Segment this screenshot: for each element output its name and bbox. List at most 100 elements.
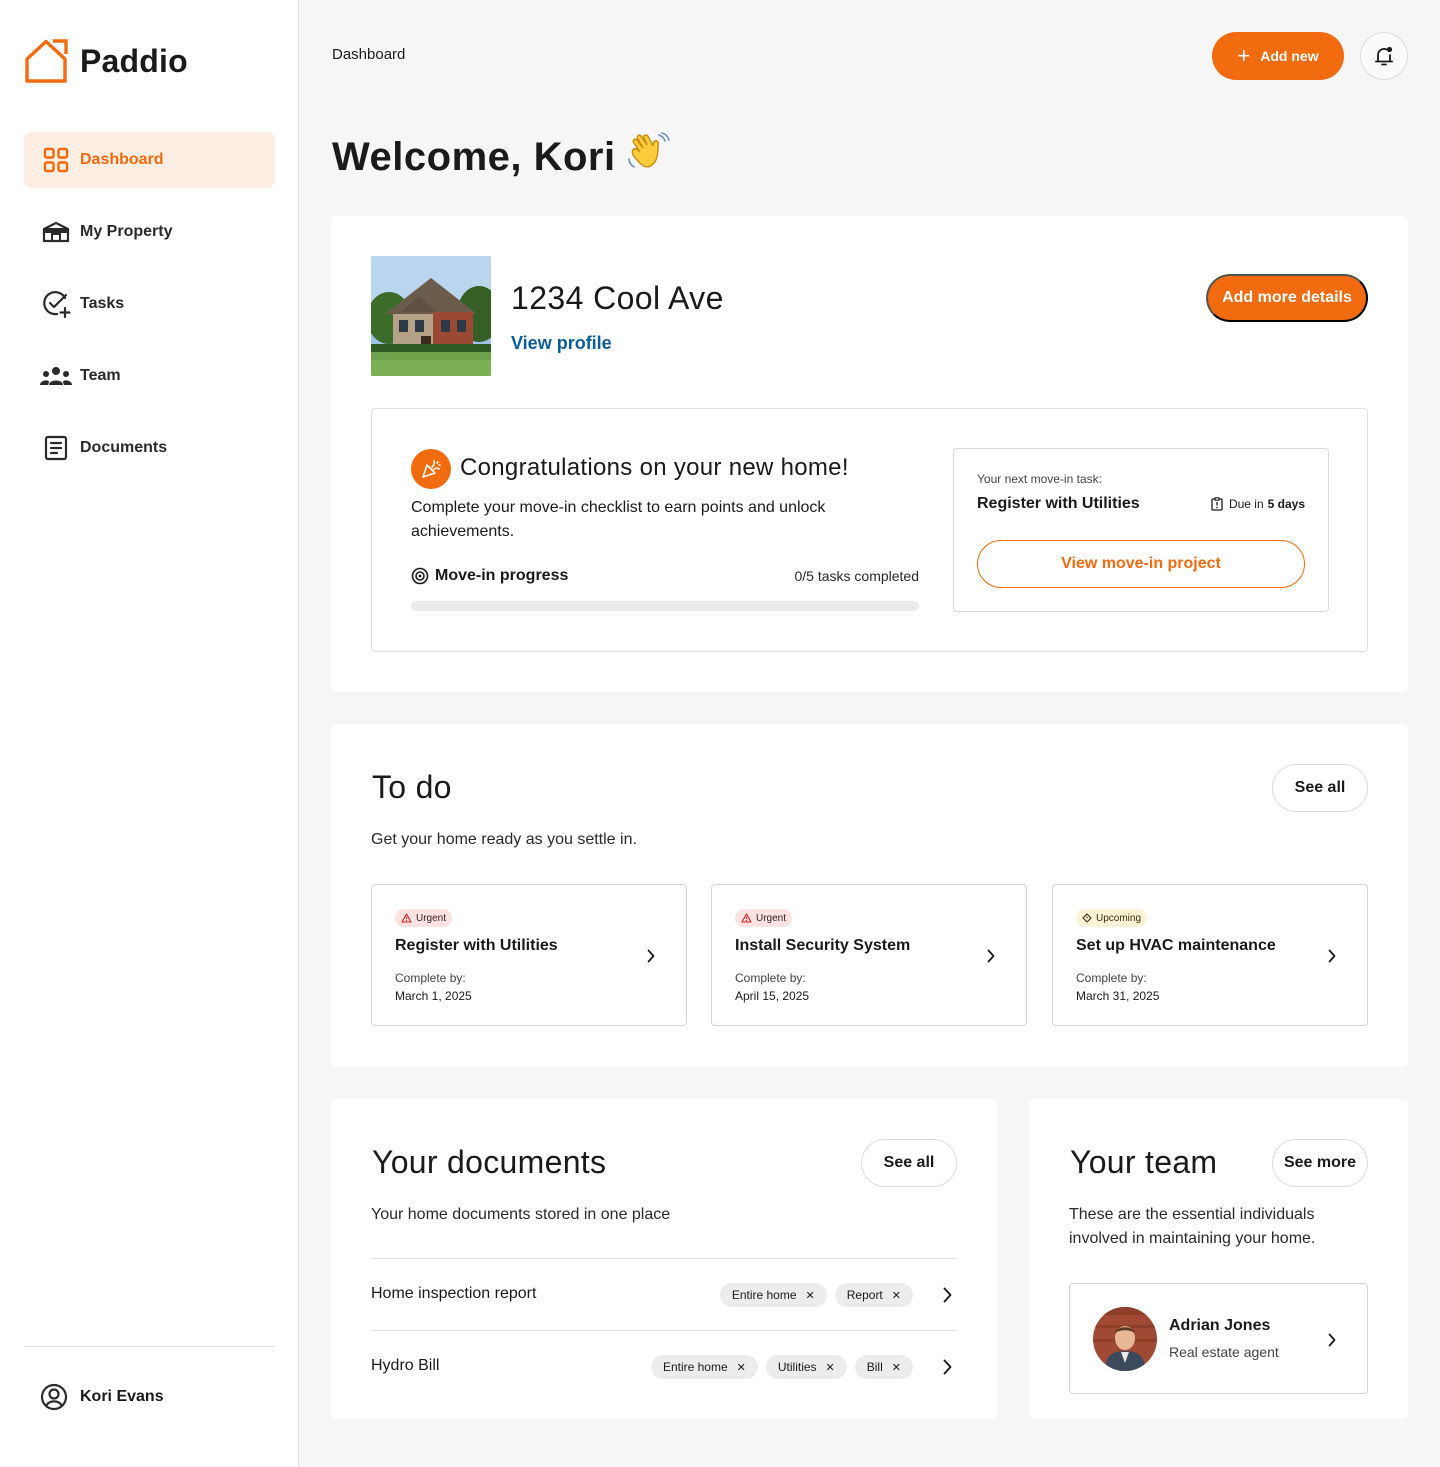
move-in-progress-bar (411, 601, 919, 611)
check-circle-icon (40, 288, 72, 320)
logo-text: Paddio (80, 42, 188, 79)
sidebar-item-label: My Property (80, 223, 173, 240)
chevron-right-icon (943, 1359, 952, 1375)
move-in-progress-label: Move-in progress (411, 567, 568, 585)
task-title: Register with Utilities (395, 937, 558, 954)
next-task-panel: Your next move-in task: Register with Ut… (953, 448, 1329, 612)
due-prefix: Due in (1228, 497, 1264, 511)
house-icon (40, 216, 72, 248)
page-title: Welcome, Kori (332, 131, 670, 183)
see-all-documents-button[interactable]: See all (861, 1139, 957, 1187)
member-role: Real estate agent (1169, 1344, 1279, 1360)
notifications-button[interactable] (1360, 32, 1408, 80)
chevron-right-icon (1328, 1333, 1336, 1347)
tag[interactable]: Utilities ✕ (765, 1355, 847, 1379)
upcoming-badge: Upcoming (1076, 909, 1148, 927)
close-icon[interactable]: ✕ (826, 1361, 835, 1374)
sidebar-item-tasks[interactable]: Tasks (24, 276, 275, 332)
documents-card: Your documents Your home documents store… (331, 1099, 997, 1419)
tag[interactable]: Entire home ✕ (650, 1355, 758, 1379)
tag[interactable]: Report ✕ (834, 1283, 913, 1307)
document-row[interactable]: Home inspection report Entire home ✕ Repo… (371, 1258, 957, 1330)
badge-label: Upcoming (1096, 912, 1142, 924)
diamond-icon (1082, 913, 1092, 923)
document-tags: Entire home ✕ Utilities ✕ Bill ✕ (643, 1355, 913, 1379)
property-photo (371, 256, 491, 376)
chevron-right-icon (987, 949, 995, 963)
documents-title: Your documents (372, 1144, 607, 1180)
sidebar-item-team[interactable]: Team (24, 348, 275, 404)
congrats-text: Complete your move-in checklist to earn … (411, 499, 826, 540)
team-member-card[interactable]: Adrian Jones Real estate agent (1069, 1283, 1368, 1394)
document-name: Home inspection report (371, 1285, 537, 1302)
task-card[interactable]: Urgent Install Security System Complete … (711, 884, 1027, 1026)
waving-hand-icon (626, 131, 670, 183)
tag-label: Entire home (662, 1360, 728, 1374)
team-title: Your team (1070, 1144, 1218, 1180)
team-card: Your team These are the essential indivi… (1029, 1099, 1408, 1419)
congrats-panel: Congratulations on your new home! Comple… (371, 408, 1368, 652)
team-subtitle: These are the essential individuals invo… (1069, 1206, 1316, 1247)
tag-label: Utilities (777, 1360, 817, 1374)
property-address: 1234 Cool Ave (511, 280, 724, 316)
tag[interactable]: Entire home ✕ (719, 1283, 827, 1307)
tag-label: Entire home (731, 1288, 797, 1302)
task-date: April 15, 2025 (735, 989, 810, 1003)
breadcrumb: Dashboard (332, 46, 406, 63)
welcome-text: Welcome, Kori (332, 134, 616, 179)
grid-icon (40, 144, 72, 176)
sidebar-item-label: Team (80, 367, 121, 384)
tag[interactable]: Bill ✕ (854, 1355, 913, 1379)
add-new-button[interactable]: + Add new (1212, 32, 1344, 80)
warning-icon (741, 913, 752, 923)
see-all-tasks-button[interactable]: See all (1272, 764, 1368, 812)
bell-icon (1375, 46, 1393, 66)
next-task-caption: Your next move-in task: (977, 472, 1102, 486)
view-move-in-project-button[interactable]: View move-in project (977, 540, 1305, 588)
close-icon[interactable]: ✕ (806, 1289, 815, 1302)
todo-title: To do (372, 769, 452, 805)
sidebar-item-label: Dashboard (80, 151, 164, 168)
tag-label: Bill (866, 1360, 883, 1374)
house-logo-icon (25, 39, 68, 83)
sidebar-item-dashboard[interactable]: Dashboard (24, 132, 275, 188)
user-name: Kori Evans (80, 1388, 164, 1405)
sidebar-item-my-property[interactable]: My Property (24, 204, 275, 260)
document-row[interactable]: Hydro Bill Entire home ✕ Utilities ✕ Bill ✕ (371, 1330, 957, 1402)
due-value: 5 days (1267, 497, 1305, 511)
see-more-team-button[interactable]: See more (1272, 1139, 1368, 1187)
task-card[interactable]: Urgent Register with Utilities Complete … (371, 884, 687, 1026)
task-card[interactable]: Upcoming Set up HVAC maintenance Complet… (1052, 884, 1368, 1026)
logo[interactable]: Paddio (24, 38, 188, 84)
document-icon (40, 432, 72, 464)
property-card: 1234 Cool Ave View profile Add more deta… (331, 216, 1408, 692)
due-date: Due in 5 days (1211, 497, 1305, 511)
task-date: March 31, 2025 (1076, 989, 1160, 1003)
view-profile-link[interactable]: View profile (511, 333, 612, 354)
progress-count: 0/5 tasks completed (794, 568, 919, 584)
document-tags: Entire home ✕ Report ✕ (712, 1283, 913, 1307)
task-caption: Complete by: (1076, 971, 1147, 985)
user-profile[interactable]: Kori Evans (40, 1383, 164, 1411)
task-date: March 1, 2025 (395, 989, 472, 1003)
add-more-details-button[interactable]: Add more details (1206, 274, 1368, 322)
urgent-badge: Urgent (395, 909, 453, 927)
todo-subtitle: Get your home ready as you settle in. (371, 831, 637, 848)
user-icon (40, 1383, 68, 1411)
next-task-title: Register with Utilities (977, 495, 1140, 512)
document-name: Hydro Bill (371, 1357, 440, 1374)
close-icon[interactable]: ✕ (892, 1289, 901, 1302)
sidebar-item-label: Tasks (80, 295, 125, 312)
congrats-title: Congratulations on your new home! (460, 454, 849, 481)
sidebar: Paddio Dashboard My Property Tasks Team (0, 0, 299, 1467)
sidebar-nav: Dashboard My Property Tasks Team Documen… (24, 132, 275, 492)
task-title: Install Security System (735, 937, 911, 954)
close-icon[interactable]: ✕ (737, 1361, 746, 1374)
task-caption: Complete by: (735, 971, 806, 985)
sidebar-item-documents[interactable]: Documents (24, 420, 275, 476)
progress-label-text: Move-in progress (435, 567, 569, 584)
close-icon[interactable]: ✕ (892, 1361, 901, 1374)
avatar (1093, 1307, 1157, 1371)
add-new-label: Add new (1260, 48, 1319, 64)
tag-label: Report (846, 1288, 883, 1302)
